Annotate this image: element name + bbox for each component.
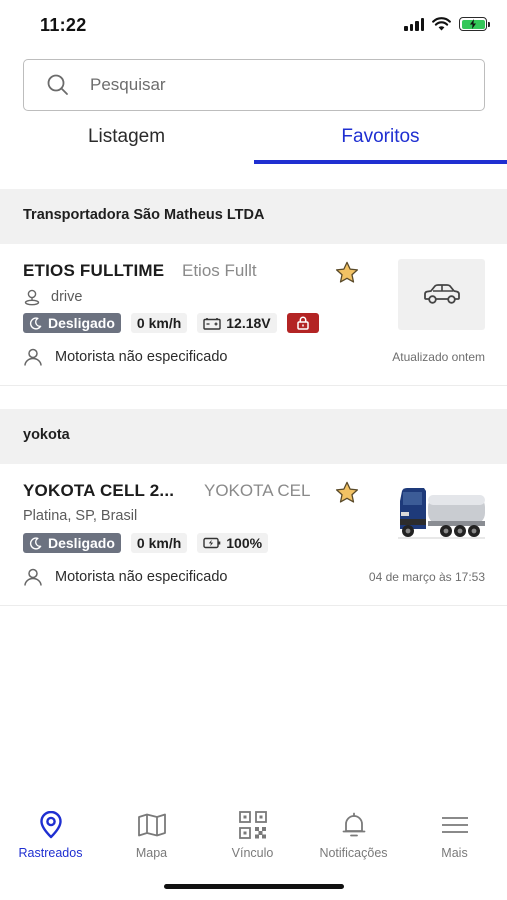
speed-badge: 0 km/h <box>130 533 188 553</box>
nav-vinculo[interactable]: Vínculo <box>202 810 303 860</box>
group-title: Transportadora São Matheus LTDA <box>23 207 265 223</box>
bottom-nav: Rastreados Mapa Vínculo Notificações Mai… <box>0 810 507 870</box>
status-badge: Desligado <box>23 313 121 333</box>
status-text: Desligado <box>48 315 115 331</box>
home-indicator[interactable] <box>164 884 344 889</box>
status-bar: 11:22 <box>0 0 507 52</box>
vehicle-thumbnail <box>398 479 485 550</box>
vehicle-badges: Desligado 0 km/h 12.18V <box>23 313 319 333</box>
nav-notificacoes[interactable]: Notificações <box>303 810 404 860</box>
updated-text: 04 de março às 17:53 <box>368 570 485 584</box>
battery-text: 100% <box>226 535 263 551</box>
vehicle-subtitle: YOKOTA CEL <box>204 481 311 500</box>
status-icons <box>404 17 490 31</box>
active-tab-indicator <box>254 160 507 164</box>
location-text: drive <box>51 289 83 305</box>
speed-badge: 0 km/h <box>130 313 188 333</box>
person-icon <box>24 568 42 586</box>
location-pin-icon <box>39 811 62 839</box>
status-badge: Desligado <box>23 533 121 553</box>
qr-code-icon <box>238 811 267 839</box>
battery-icon <box>459 17 490 31</box>
tab-bar: Listagem Favoritos <box>0 116 507 166</box>
nav-label: Notificações <box>319 846 388 860</box>
vehicle-location: Platina, SP, Brasil <box>23 508 137 524</box>
power-text: 12.18V <box>226 315 271 331</box>
driver-row: Motorista não especificado <box>23 348 228 366</box>
moon-icon <box>30 316 42 330</box>
vehicle-thumbnail <box>398 259 485 330</box>
cellular-signal-icon <box>404 17 424 31</box>
vehicle-subtitle: Etios Fullt <box>182 261 257 280</box>
nav-label: Mais <box>441 846 468 860</box>
search-icon <box>46 73 70 97</box>
moon-icon <box>30 536 42 550</box>
nav-rastreados[interactable]: Rastreados <box>0 810 101 860</box>
group-title: yokota <box>23 427 70 443</box>
nav-label: Vínculo <box>231 846 274 860</box>
vehicle-card[interactable]: ETIOS FULLTIME Etios Fullt drive Desliga… <box>0 244 507 386</box>
nav-mais[interactable]: Mais <box>404 810 505 860</box>
group-header: Transportadora São Matheus LTDA <box>0 189 507 244</box>
car-battery-icon <box>203 317 221 330</box>
vehicle-title: ETIOS FULLTIME <box>23 261 165 280</box>
battery-charging-icon <box>203 537 221 549</box>
location-text: Platina, SP, Brasil <box>23 508 138 524</box>
nav-label: Mapa <box>135 846 168 860</box>
search-box[interactable] <box>23 59 485 111</box>
location-pin-icon <box>24 289 40 306</box>
vehicle-location: drive <box>23 288 82 306</box>
driver-row: Motorista não especificado <box>23 568 228 586</box>
vehicle-title: YOKOTA CELL 2... <box>23 481 175 500</box>
driver-text: Motorista não especificado <box>55 569 228 585</box>
speed-text: 0 km/h <box>136 535 182 551</box>
tab-listagem[interactable]: Listagem <box>0 116 253 166</box>
driver-text: Motorista não especificado <box>55 349 228 365</box>
vehicle-badges: Desligado 0 km/h 100% <box>23 533 269 553</box>
vehicle-card[interactable]: YOKOTA CELL 2... YOKOTA CEL Platina, SP,… <box>0 464 507 606</box>
truck-photo <box>398 479 485 550</box>
map-icon <box>137 813 166 837</box>
nav-mapa[interactable]: Mapa <box>101 810 202 860</box>
bell-icon <box>342 812 365 837</box>
lock-badge <box>286 313 319 333</box>
search-input[interactable] <box>90 75 450 95</box>
tab-favoritos[interactable]: Favoritos <box>254 116 507 166</box>
group-header: yokota <box>0 409 507 464</box>
nav-label: Rastreados <box>18 846 83 860</box>
battery-badge: 100% <box>197 533 269 553</box>
status-text: Desligado <box>48 535 115 551</box>
wifi-icon <box>432 17 451 31</box>
power-badge: 12.18V <box>197 313 277 333</box>
favorite-star-icon[interactable] <box>334 480 360 506</box>
menu-icon <box>441 817 468 833</box>
updated-text: Atualizado ontem <box>392 350 485 364</box>
favorite-star-icon[interactable] <box>334 260 360 286</box>
status-time: 11:22 <box>40 15 87 35</box>
lock-icon <box>296 316 309 330</box>
person-icon <box>24 348 42 366</box>
car-icon <box>423 283 460 304</box>
speed-text: 0 km/h <box>136 315 182 331</box>
